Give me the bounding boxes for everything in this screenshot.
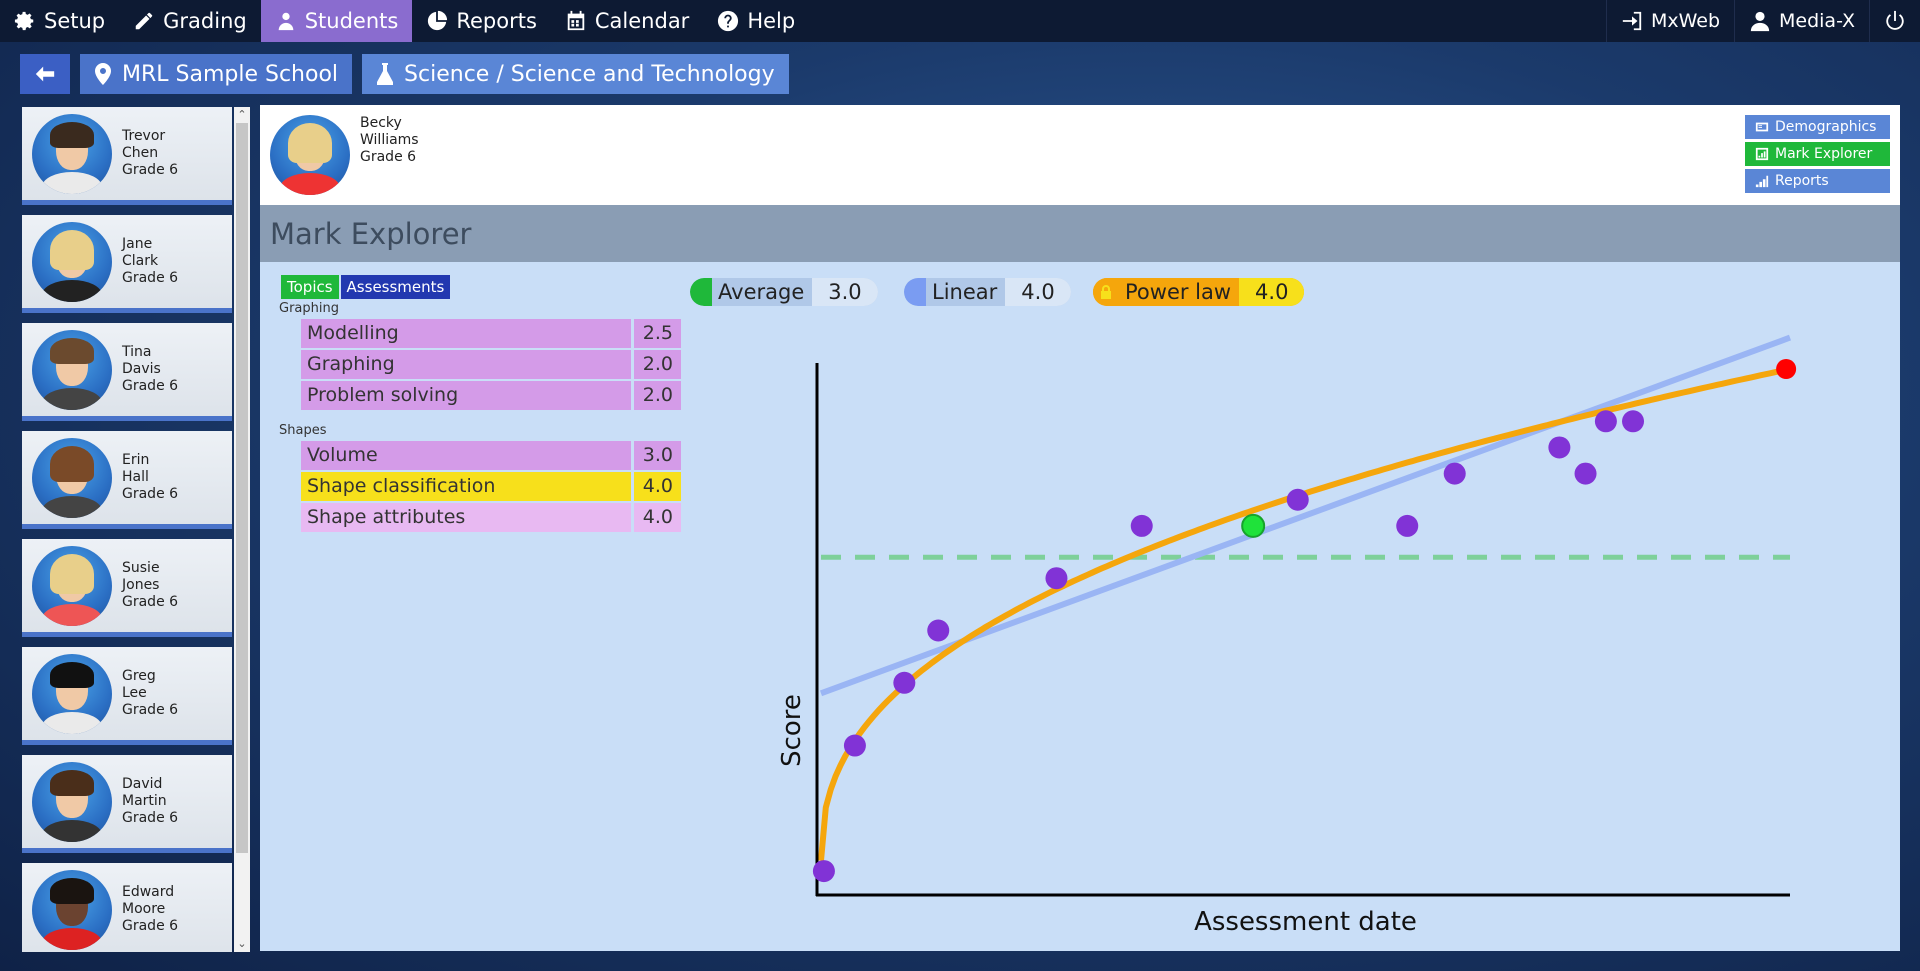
nav-help[interactable]: Help <box>703 0 809 42</box>
student-card[interactable]: Tina Davis Grade 6 <box>22 323 232 421</box>
student-name: Erin Hall Grade 6 <box>122 452 179 502</box>
sign-in-icon <box>1622 11 1642 31</box>
data-point <box>1396 514 1419 537</box>
student-card[interactable]: Greg Lee Grade 6 <box>22 647 232 745</box>
data-point <box>1622 410 1645 433</box>
student-card[interactable]: Erin Hall Grade 6 <box>22 431 232 529</box>
data-point <box>1443 462 1466 485</box>
person-icon <box>278 12 294 31</box>
breadcrumb: MRL Sample School Science / Science and … <box>20 54 789 94</box>
avatar <box>32 437 112 518</box>
nav-label: Setup <box>44 9 106 33</box>
breadcrumb-school-label: MRL Sample School <box>122 61 339 87</box>
nav-grading[interactable]: Grading <box>119 0 261 42</box>
calendar-icon <box>567 10 585 31</box>
power-button[interactable] <box>1869 0 1920 42</box>
avatar <box>32 329 112 410</box>
nav-students[interactable]: Students <box>260 0 413 42</box>
data-point <box>1286 488 1309 511</box>
scroll-down-icon[interactable]: ⌄ <box>236 938 248 950</box>
nav-label: Help <box>747 9 796 33</box>
back-button[interactable] <box>20 54 70 94</box>
student-name: Tina Davis Grade 6 <box>122 344 179 394</box>
data-point <box>843 734 866 757</box>
data-point <box>1548 436 1571 459</box>
final-point <box>1776 359 1797 379</box>
gear-icon <box>14 11 34 31</box>
data-point <box>1574 462 1597 485</box>
student-card[interactable]: David Martin Grade 6 <box>22 755 232 853</box>
x-axis-label: Assessment date <box>1194 907 1417 937</box>
avatar <box>32 545 112 626</box>
nav-calendar[interactable]: Calendar <box>551 0 703 42</box>
student-name: Jane Clark Grade 6 <box>122 236 179 286</box>
arrow-left-icon <box>35 66 55 82</box>
student-name: Trevor Chen Grade 6 <box>122 128 179 178</box>
data-point <box>1594 410 1617 433</box>
student-name: Edward Moore Grade 6 <box>122 884 179 934</box>
nav-setup[interactable]: Setup <box>0 0 119 42</box>
avatar <box>32 761 112 842</box>
help-icon <box>718 10 739 32</box>
pie-icon <box>428 10 448 31</box>
flask-icon <box>377 63 394 85</box>
user-name: Media-X <box>1779 10 1855 32</box>
data-point <box>927 619 950 642</box>
data-point <box>1045 567 1068 590</box>
nav-label: Reports <box>456 9 537 33</box>
data-point <box>1130 514 1153 537</box>
student-name: Greg Lee Grade 6 <box>122 668 179 718</box>
avatar <box>32 653 112 734</box>
power-law-curve <box>818 366 1791 861</box>
score-chart: Assessment date Score <box>777 334 1797 937</box>
mxweb-label: MxWeb <box>1650 10 1720 32</box>
y-axis-label: Score <box>777 694 807 767</box>
student-card[interactable]: Jane Clark Grade 6 <box>22 215 232 313</box>
scroll-up-icon[interactable]: ⌃ <box>236 109 248 121</box>
student-card[interactable]: Edward Moore Grade 6 <box>22 863 232 952</box>
nav-label: Students <box>304 9 399 33</box>
map-marker-icon <box>95 63 111 85</box>
user-icon <box>1750 11 1770 32</box>
nav-label: Calendar <box>594 9 690 33</box>
avatar <box>32 869 112 950</box>
mxweb-link[interactable]: MxWeb <box>1605 0 1734 42</box>
student-list: Trevor Chen Grade 6 Jane Clark Grade 6 Tina D… <box>22 107 234 952</box>
data-point <box>812 860 835 883</box>
breadcrumb-subject-label: Science / Science and Technology <box>404 61 775 87</box>
data-point <box>893 671 916 694</box>
student-card[interactable]: Trevor Chen Grade 6 <box>22 107 232 205</box>
breadcrumb-subject[interactable]: Science / Science and Technology <box>362 54 789 94</box>
nav-reports[interactable]: Reports <box>412 0 551 42</box>
student-name: David Martin Grade 6 <box>122 776 179 826</box>
avatar <box>32 113 112 194</box>
student-name: Susie Jones Grade 6 <box>122 560 179 610</box>
pencil-icon <box>135 12 153 30</box>
student-card[interactable]: Susie Jones Grade 6 <box>22 539 232 637</box>
highlighted-point <box>1241 513 1266 538</box>
student-list-scrollbar[interactable]: ⌃ ⌄ <box>234 107 250 952</box>
breadcrumb-school[interactable]: MRL Sample School <box>80 54 353 94</box>
avatar <box>32 221 112 302</box>
main-panel: Becky Williams Grade 6 Demographics Mark E… <box>260 105 1900 951</box>
scroll-thumb[interactable] <box>236 123 248 853</box>
nav-label: Grading <box>163 9 247 33</box>
power-icon <box>1886 10 1904 30</box>
top-nav: Setup Grading Students Reports Calendar … <box>0 0 1920 42</box>
user-menu[interactable]: Media-X <box>1734 0 1869 42</box>
